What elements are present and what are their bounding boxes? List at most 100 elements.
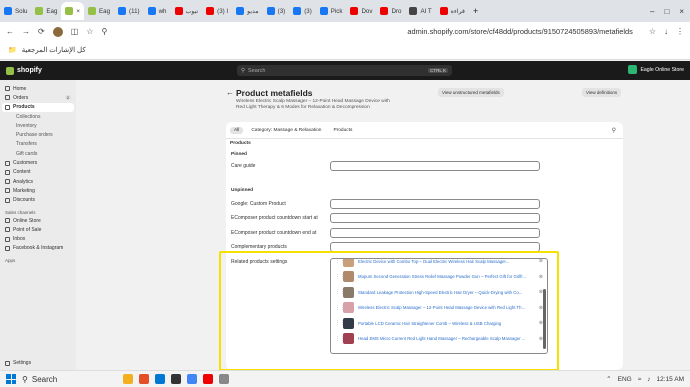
related-products-list[interactable]: ⋮⋮ Electric Device with Combo Top – Dual … xyxy=(330,258,548,354)
browser-tab[interactable]: wh xyxy=(144,2,171,20)
file-explorer-icon[interactable] xyxy=(123,374,134,384)
remove-icon[interactable]: ⊗ xyxy=(539,274,543,280)
download-icon[interactable]: ↓ xyxy=(664,27,668,36)
related-product-item[interactable]: ⋮⋮ Wireless Electric Scalp Massager – 12-… xyxy=(331,300,547,316)
forward-icon[interactable]: → xyxy=(22,27,30,36)
sidebar-item-orders[interactable]: Orders 2 xyxy=(2,93,74,102)
shopify-logo[interactable]: shopify xyxy=(6,66,42,75)
sidebar-item-inventory[interactable]: Inventory xyxy=(2,121,74,130)
chrome-icon[interactable] xyxy=(187,374,198,384)
sidebar-channel-inbox[interactable]: Inbox xyxy=(2,234,74,243)
related-product-item[interactable]: ⋮⋮ Electric Device with Combo Top – Dual … xyxy=(331,259,547,269)
product-link[interactable]: Portable LCD Ceramic Hair Straightener C… xyxy=(358,321,535,326)
new-tab-button[interactable]: + xyxy=(469,6,482,16)
browser-tab[interactable]: قراءة xyxy=(436,2,469,20)
browser-tab[interactable]: Eag xyxy=(84,2,114,20)
metafield-input[interactable] xyxy=(330,242,540,252)
remove-icon[interactable]: ⊗ xyxy=(539,259,543,264)
sidebar-item-home[interactable]: Home xyxy=(2,84,74,93)
sidebar-item-purchase-orders[interactable]: Purchase orders xyxy=(2,130,74,139)
close-icon[interactable]: × xyxy=(679,7,684,16)
sidebar-item-analytics[interactable]: Analytics xyxy=(2,177,74,186)
chevron-up-icon[interactable]: ⌃ xyxy=(606,375,611,383)
store-switcher[interactable]: Eagle Online Store xyxy=(628,65,684,74)
browser-tab[interactable]: Dro xyxy=(376,2,405,20)
taskbar-app-icon[interactable] xyxy=(139,374,150,384)
site-info-icon[interactable]: ⚲ xyxy=(101,27,107,36)
url-bar[interactable]: admin.shopify.com/store/cf48dd/products/… xyxy=(407,27,632,36)
browser-tab[interactable]: (11) xyxy=(114,2,144,20)
volume-icon[interactable]: ♪ xyxy=(647,376,650,383)
sidebar-item-collections[interactable]: Collections xyxy=(2,112,74,121)
remove-icon[interactable]: ⊗ xyxy=(539,305,543,311)
product-link[interactable]: Mopum Second Generation Stress Relief Ma… xyxy=(358,274,535,279)
search-icon[interactable]: ⚲ xyxy=(612,127,619,134)
filter-chip[interactable]: All xyxy=(230,126,244,134)
menu-icon[interactable]: ⋮ xyxy=(676,27,684,36)
sidebar-item-products[interactable]: Products xyxy=(2,102,74,112)
minimize-icon[interactable]: – xyxy=(650,7,654,16)
product-link[interactable]: Standard Leakage Protection High-Speed E… xyxy=(358,290,535,295)
related-product-item[interactable]: ⋮⋮ Mopum Second Generation Stress Relief … xyxy=(331,269,547,285)
filter-chip[interactable]: Category: Massage & Relaxation xyxy=(247,127,325,134)
sidebar-item-marketing[interactable]: Marketing xyxy=(2,186,74,195)
drag-handle-icon[interactable]: ⋮⋮ xyxy=(335,305,345,311)
apps-heading[interactable]: Apps xyxy=(2,253,74,264)
drag-handle-icon[interactable]: ⋮⋮ xyxy=(335,274,345,280)
taskbar-search[interactable]: ⚲ Search xyxy=(22,375,57,384)
product-link[interactable]: Head EMS Micro Current Red Light Hand Ma… xyxy=(358,336,535,341)
extensions-icon[interactable]: ◫ xyxy=(71,27,79,36)
sidebar-item-content[interactable]: Content xyxy=(2,168,74,177)
browser-tab[interactable]: (3) I xyxy=(202,2,232,20)
sidebar-channel-online-store[interactable]: Online Store xyxy=(2,216,74,225)
wifi-icon[interactable]: ≈ xyxy=(638,376,642,383)
clock[interactable]: 12:15 AM xyxy=(657,376,684,383)
profile-avatar[interactable] xyxy=(52,26,63,37)
browser-tab[interactable]: (3) xyxy=(263,2,290,20)
taskbar-app-icon[interactable] xyxy=(171,374,182,384)
bookmark-star-icon[interactable]: ☆ xyxy=(86,27,93,36)
filter-chip[interactable]: Products xyxy=(329,127,356,134)
browser-tab[interactable]: Eag xyxy=(31,2,61,20)
browser-tab[interactable]: تيوب xyxy=(171,2,203,20)
reload-icon[interactable]: ⟳ xyxy=(38,27,45,36)
sidebar-channel-facebook-instagram[interactable]: Facebook & Instagram xyxy=(2,244,74,253)
edge-icon[interactable] xyxy=(155,374,166,384)
metafield-input[interactable] xyxy=(330,199,540,209)
all-bookmarks-link[interactable]: كل الإشارات المرجعية xyxy=(22,46,86,54)
remove-icon[interactable]: ⊗ xyxy=(539,289,543,295)
product-link[interactable]: Wireless Electric Scalp Massager – 12-Po… xyxy=(358,305,535,310)
language-indicator[interactable]: ENG xyxy=(618,376,632,383)
drag-handle-icon[interactable]: ⋮⋮ xyxy=(335,336,345,342)
metafield-input[interactable] xyxy=(330,228,540,238)
windows-start-icon[interactable] xyxy=(6,374,16,384)
product-link[interactable]: Electric Device with Combo Top – Dual El… xyxy=(358,259,535,264)
sidebar-item-transfers[interactable]: Transfers xyxy=(2,140,74,149)
browser-tab[interactable]: × xyxy=(61,2,85,20)
star-icon[interactable]: ☆ xyxy=(649,27,656,36)
related-product-item[interactable]: ⋮⋮ Standard Leakage Protection High-Speed… xyxy=(331,284,547,300)
sidebar-item-gift-cards[interactable]: Gift cards xyxy=(2,149,74,158)
browser-tab[interactable]: Dov xyxy=(346,2,376,20)
browser-tab[interactable]: مديو xyxy=(232,2,262,20)
metafield-input[interactable] xyxy=(330,161,540,171)
close-icon[interactable]: × xyxy=(76,8,80,15)
related-product-item[interactable]: ⋮⋮ Portable LCD Ceramic Hair Straightener… xyxy=(331,315,547,331)
browser-tab[interactable]: Solu xyxy=(0,2,31,20)
back-arrow-icon[interactable]: ← xyxy=(226,88,234,97)
back-icon[interactable]: ← xyxy=(6,27,14,36)
metafield-input[interactable] xyxy=(330,213,540,223)
maximize-icon[interactable]: □ xyxy=(664,7,669,16)
view-definitions-button[interactable]: View definitions xyxy=(582,88,622,97)
sidebar-channel-point-of-sale[interactable]: Point of Sale xyxy=(2,225,74,234)
related-product-item[interactable]: ⋮⋮ Head EMS Micro Current Red Light Hand … xyxy=(331,331,547,347)
remove-icon[interactable]: ⊗ xyxy=(539,320,543,326)
admin-search-input[interactable]: ⚲ Search CTRL K xyxy=(237,65,452,76)
taskbar-app-icon[interactable] xyxy=(203,374,214,384)
drag-handle-icon[interactable]: ⋮⋮ xyxy=(335,259,345,264)
drag-handle-icon[interactable]: ⋮⋮ xyxy=(335,289,345,295)
browser-tab[interactable]: (3) xyxy=(289,2,316,20)
taskbar-app-icon[interactable] xyxy=(219,374,230,384)
browser-tab[interactable]: Pick xyxy=(316,2,347,20)
sidebar-item-customers[interactable]: Customers xyxy=(2,158,74,167)
